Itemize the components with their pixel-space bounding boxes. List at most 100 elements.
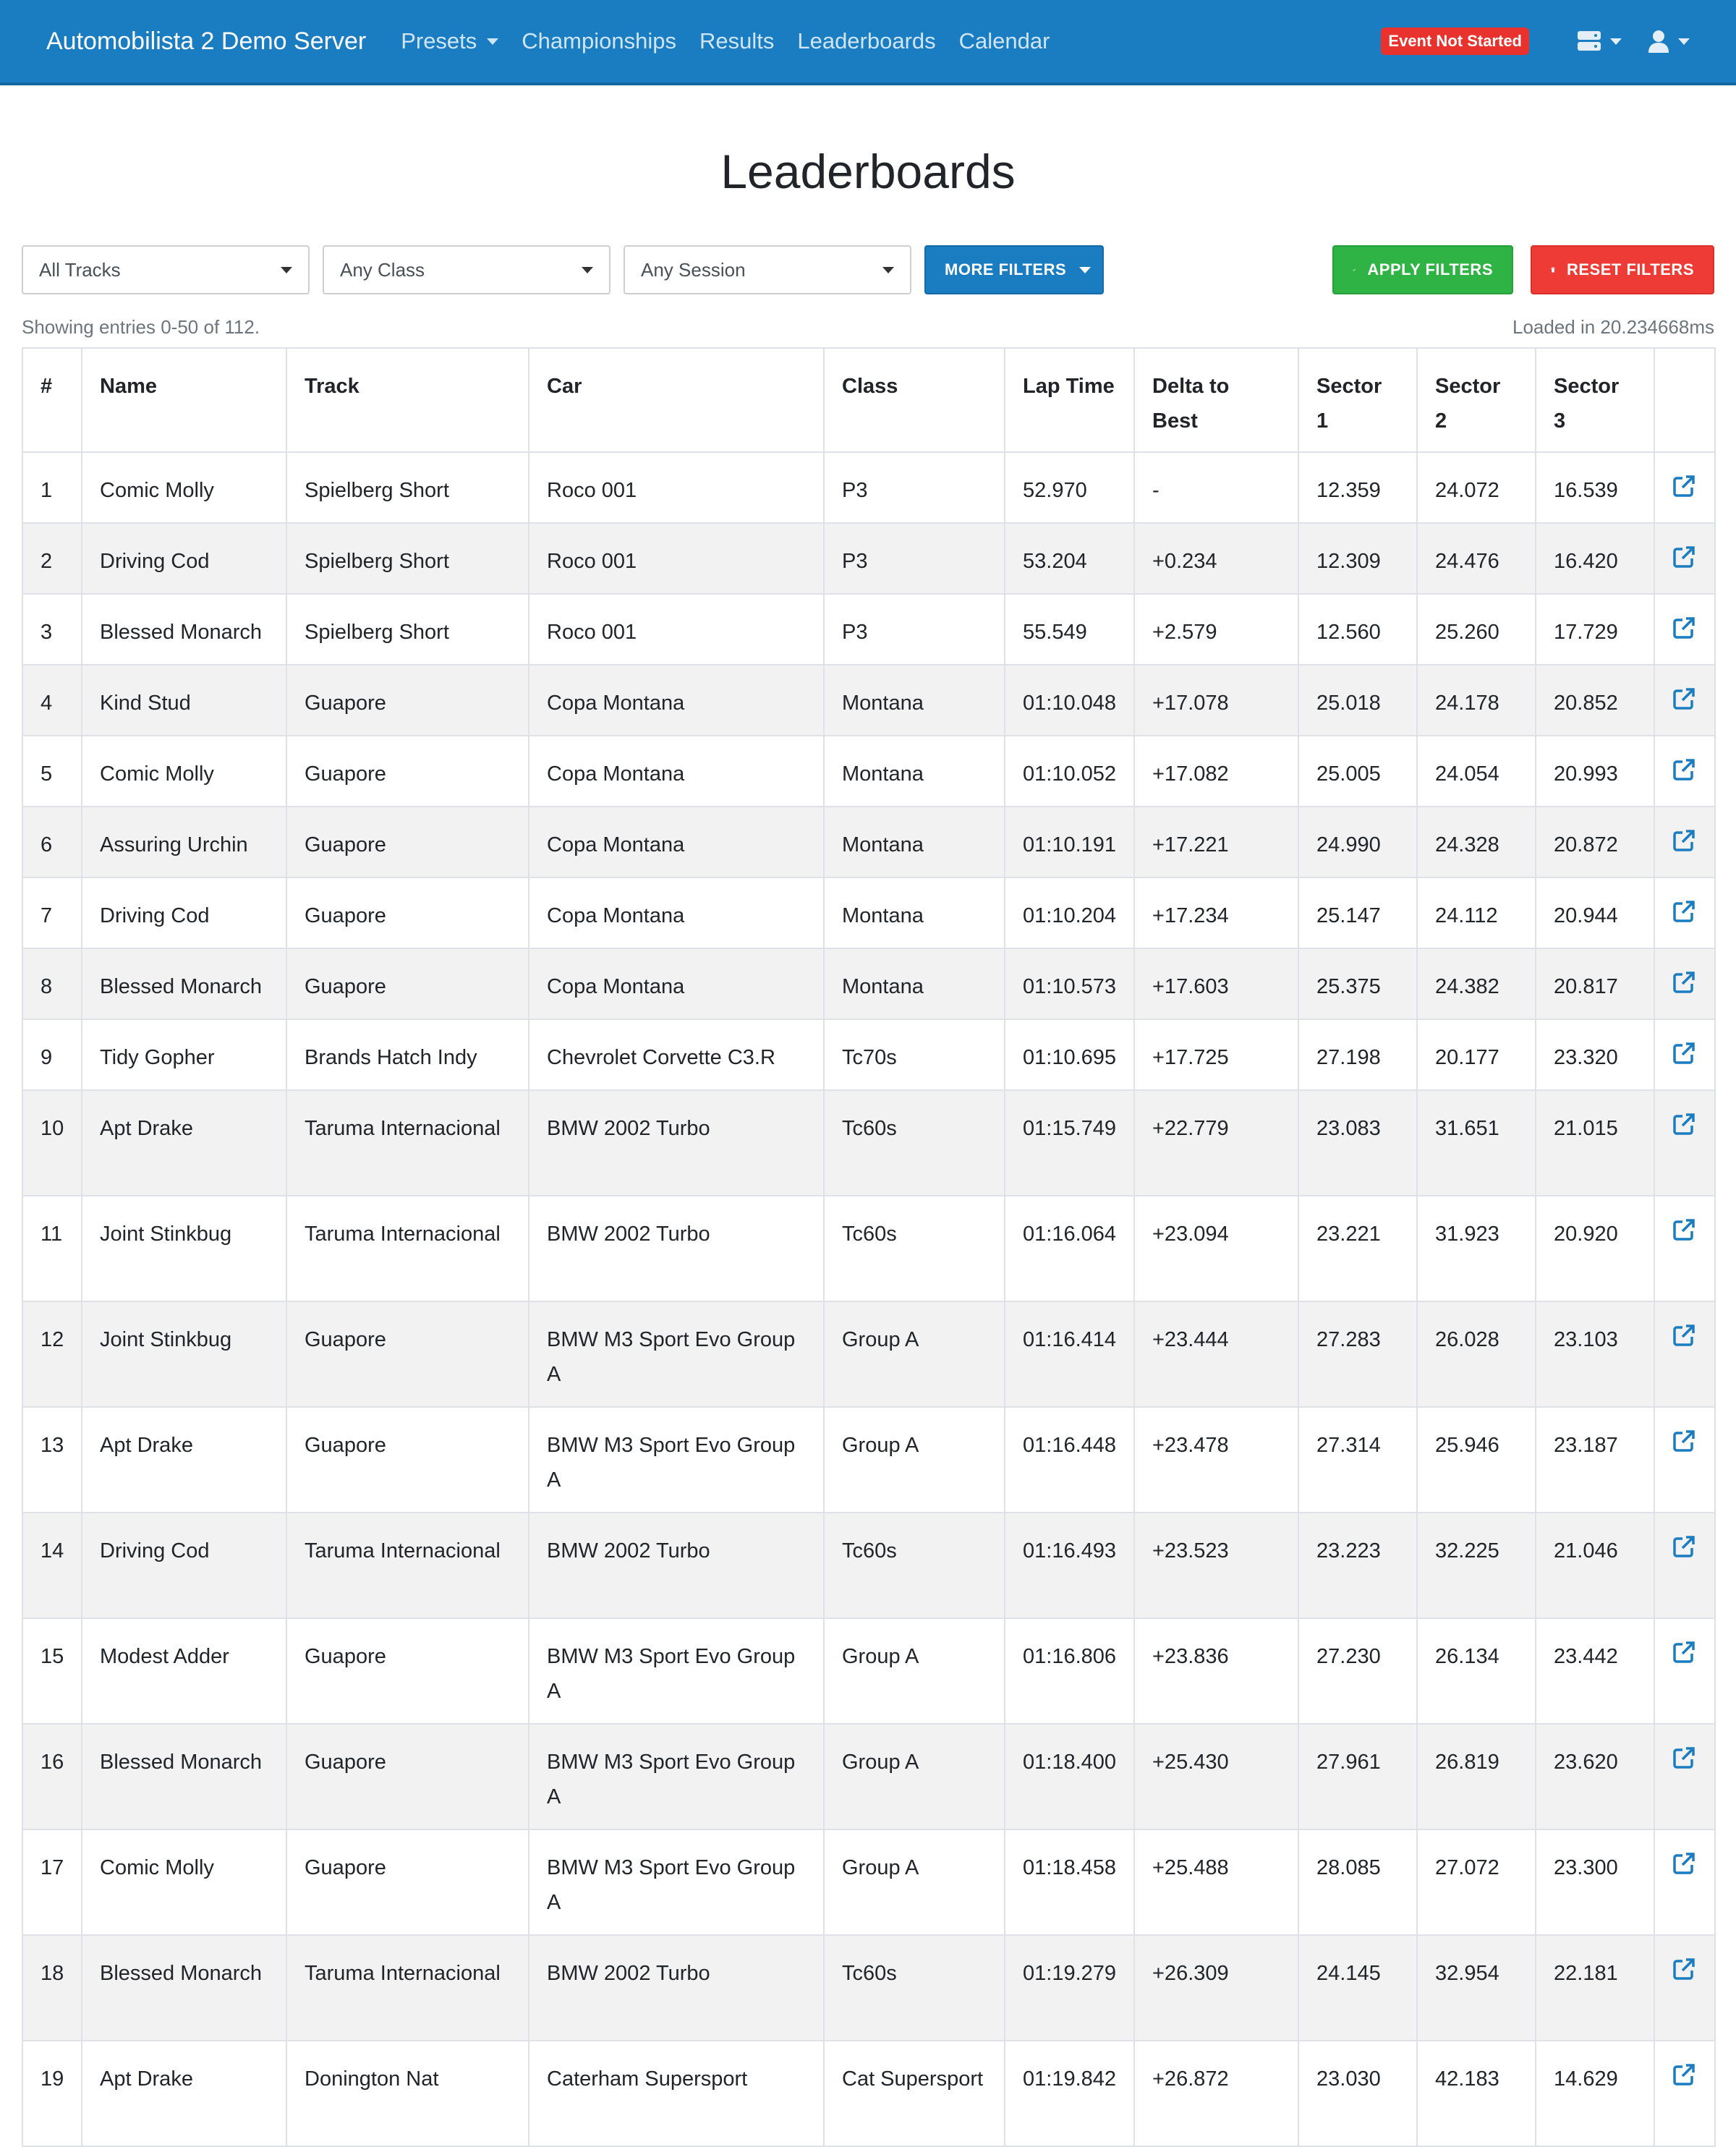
brand-link[interactable]: Automobilista 2 Demo Server (46, 27, 366, 56)
cell-view-link[interactable] (1654, 1019, 1716, 1091)
cell-view-link[interactable] (1654, 1301, 1716, 1408)
external-link-icon[interactable] (1672, 1429, 1695, 1453)
cell-sector-3: 22.181 (1535, 1934, 1655, 2041)
cell-driver-name: Tidy Gopher (81, 1019, 287, 1091)
cell-lap-time: 01:10.052 (1004, 735, 1135, 807)
cell-delta: +26.872 (1133, 2040, 1299, 2147)
more-filters-button[interactable]: MORE FILTERS (924, 245, 1104, 294)
external-link-icon[interactable] (1672, 2063, 1695, 2086)
cell-position: 6 (22, 806, 82, 878)
apply-filters-button[interactable]: APPLY FILTERS (1332, 245, 1513, 294)
nav-presets[interactable]: Presets (401, 28, 499, 54)
header-track[interactable]: Track (286, 347, 529, 453)
header-position[interactable]: # (22, 347, 82, 453)
cell-view-link[interactable] (1654, 806, 1716, 878)
cell-lap-time: 01:15.749 (1004, 1089, 1135, 1196)
header-sector-3[interactable]: Sector 3 (1535, 347, 1655, 453)
cell-view-link[interactable] (1654, 1617, 1716, 1725)
external-link-icon[interactable] (1672, 829, 1695, 852)
session-select[interactable]: Any Session (624, 245, 911, 294)
cell-lap-time: 55.549 (1004, 593, 1135, 666)
nav-results[interactable]: Results (699, 28, 774, 54)
external-link-icon[interactable] (1672, 1218, 1695, 1241)
cell-view-link[interactable] (1654, 2040, 1716, 2147)
cell-sector-2: 27.072 (1416, 1829, 1536, 1936)
cell-view-link[interactable] (1654, 1406, 1716, 1513)
header-class[interactable]: Class (823, 347, 1005, 453)
nav-championships[interactable]: Championships (522, 28, 676, 54)
header-sector-2[interactable]: Sector 2 (1416, 347, 1536, 453)
header-car[interactable]: Car (528, 347, 825, 453)
external-link-icon[interactable] (1672, 687, 1695, 710)
header-lap-time[interactable]: Lap Time (1004, 347, 1135, 453)
cell-view-link[interactable] (1654, 1829, 1716, 1936)
cell-view-link[interactable] (1654, 451, 1716, 524)
cell-class: Group A (823, 1406, 1005, 1513)
chevron-down-icon (487, 38, 499, 45)
external-link-icon[interactable] (1672, 1535, 1695, 1558)
cell-position: 2 (22, 522, 82, 595)
external-link-icon[interactable] (1672, 616, 1695, 639)
external-link-icon[interactable] (1672, 1324, 1695, 1347)
cell-view-link[interactable] (1654, 522, 1716, 595)
user-menu-toggle[interactable] (1648, 30, 1690, 53)
cell-position: 16 (22, 1723, 82, 1830)
table-row: 7 Driving Cod Guapore Copa Montana Montana 01… (22, 877, 1716, 949)
cell-lap-time: 01:16.064 (1004, 1195, 1135, 1302)
cell-view-link[interactable] (1654, 948, 1716, 1020)
nav-calendar[interactable]: Calendar (959, 28, 1050, 54)
cell-view-link[interactable] (1654, 1089, 1716, 1196)
cell-sector-2: 24.476 (1416, 522, 1536, 595)
cell-sector-2: 24.328 (1416, 806, 1536, 878)
cell-view-link[interactable] (1654, 877, 1716, 949)
nav-leaderboards[interactable]: Leaderboards (797, 28, 935, 54)
reset-filters-button[interactable]: RESET FILTERS (1531, 245, 1714, 294)
track-select-value: All Tracks (39, 258, 121, 281)
cell-view-link[interactable] (1654, 1723, 1716, 1830)
cell-delta: +23.094 (1133, 1195, 1299, 1302)
cell-view-link[interactable] (1654, 1512, 1716, 1619)
cell-lap-time: 01:16.414 (1004, 1301, 1135, 1408)
external-link-icon[interactable] (1672, 1042, 1695, 1065)
cell-view-link[interactable] (1654, 593, 1716, 666)
class-select[interactable]: Any Class (323, 245, 610, 294)
external-link-icon[interactable] (1672, 1641, 1695, 1664)
cell-sector-2: 24.054 (1416, 735, 1536, 807)
cell-driver-name: Driving Cod (81, 522, 287, 595)
cell-sector-1: 27.198 (1298, 1019, 1418, 1091)
cell-sector-1: 25.005 (1298, 735, 1418, 807)
cell-sector-2: 26.819 (1416, 1723, 1536, 1830)
external-link-icon[interactable] (1672, 475, 1695, 498)
external-link-icon[interactable] (1672, 545, 1695, 569)
cell-lap-time: 01:16.493 (1004, 1512, 1135, 1619)
top-navbar: Automobilista 2 Demo Server Presets Cham… (0, 0, 1736, 85)
external-link-icon[interactable] (1672, 1113, 1695, 1136)
table-row: 4 Kind Stud Guapore Copa Montana Montana 01:1… (22, 664, 1716, 736)
table-header-row: # Name Track Car Class Lap Time Delta to… (22, 347, 1716, 453)
cell-view-link[interactable] (1654, 664, 1716, 736)
track-select[interactable]: All Tracks (22, 245, 310, 294)
cell-view-link[interactable] (1654, 1195, 1716, 1302)
external-link-icon[interactable] (1672, 1852, 1695, 1875)
dropdown-arrow-icon (882, 266, 894, 273)
external-link-icon[interactable] (1672, 971, 1695, 994)
cell-view-link[interactable] (1654, 1934, 1716, 2041)
cell-class: P3 (823, 522, 1005, 595)
info-row: Showing entries 0-50 of 112. Loaded in 2… (22, 307, 1714, 347)
external-link-icon[interactable] (1672, 1957, 1695, 1981)
cell-position: 7 (22, 877, 82, 949)
external-link-icon[interactable] (1672, 758, 1695, 781)
header-name[interactable]: Name (81, 347, 287, 453)
cell-view-link[interactable] (1654, 735, 1716, 807)
cell-delta: +23.836 (1133, 1617, 1299, 1725)
cell-sector-1: 25.147 (1298, 877, 1418, 949)
header-sector-1[interactable]: Sector 1 (1298, 347, 1418, 453)
cell-track: Guapore (286, 877, 529, 949)
table-row: 9 Tidy Gopher Brands Hatch Indy Chevrolet C… (22, 1019, 1716, 1091)
header-delta[interactable]: Delta to Best (1133, 347, 1299, 453)
cell-position: 11 (22, 1195, 82, 1302)
server-menu-toggle[interactable] (1577, 30, 1622, 52)
nav-right: Event Not Started (1381, 27, 1690, 55)
external-link-icon[interactable] (1672, 900, 1695, 923)
external-link-icon[interactable] (1672, 1746, 1695, 1769)
